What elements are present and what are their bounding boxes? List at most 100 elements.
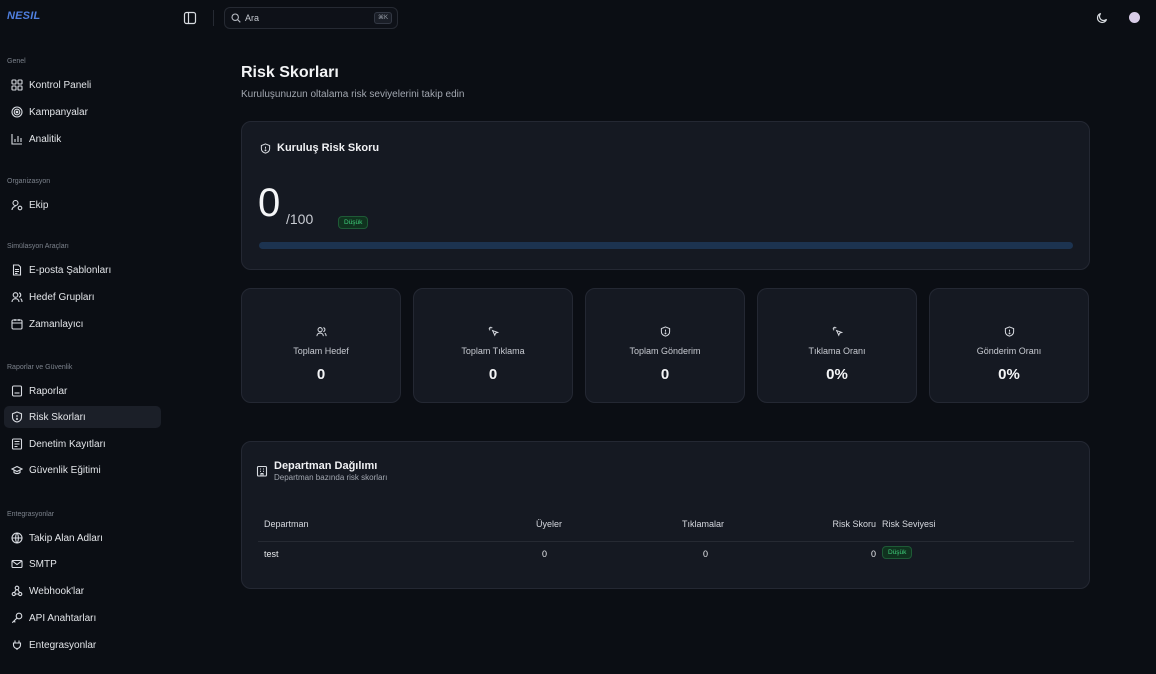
risk-level-badge: Düşük — [338, 216, 369, 229]
shield-icon — [586, 326, 744, 337]
stat-label: Toplam Gönderim — [629, 346, 701, 356]
stat-label: Tıklama Oranı — [808, 346, 866, 356]
app-logo[interactable]: NESIL — [7, 10, 40, 22]
sidebar-item-denetim-kayitlari[interactable]: Denetim Kayıtları — [4, 433, 161, 455]
sidebar-item-label: E-posta Şablonları — [29, 264, 112, 276]
sidebar-item-label: Takip Alan Adları — [29, 532, 103, 544]
calendar-icon — [11, 318, 23, 330]
shield-icon — [11, 411, 23, 423]
risk-score-progress — [259, 242, 1073, 249]
sidebar-item-takip-alan-adlari[interactable]: Takip Alan Adları — [4, 527, 161, 549]
sidebar-item-hedef-gruplari[interactable]: Hedef Grupları — [4, 286, 161, 308]
stat-card-toplam-hedef: Toplam Hedef 0 — [241, 288, 401, 403]
sidebar-item-smtp[interactable]: SMTP — [4, 553, 161, 575]
sidebar-toggle-button[interactable] — [183, 11, 197, 25]
stat-value: 0 — [488, 366, 498, 383]
sidebar-item-zamanlayici[interactable]: Zamanlayıcı — [4, 313, 161, 335]
log-icon — [11, 438, 23, 450]
stat-value: 0% — [826, 366, 848, 383]
sidebar-item-raporlar[interactable]: Raporlar — [4, 380, 161, 402]
sidebar-item-label: Zamanlayıcı — [29, 318, 84, 330]
sidebar-item-ekip[interactable]: Ekip — [4, 194, 161, 216]
sidebar: NESIL Genel Kontrol Paneli Kampanyalar A… — [0, 0, 168, 674]
report-icon — [11, 385, 23, 397]
department-distribution-header: Departman Dağılımı Departman bazında ris… — [256, 460, 387, 482]
cell-risk-level: Düşük — [882, 546, 913, 559]
page-title: Risk Skorları — [241, 64, 339, 81]
sidebar-item-label: SMTP — [29, 558, 57, 570]
sidebar-item-label: Analitik — [29, 133, 62, 145]
pointer-click-icon — [758, 326, 916, 337]
mail-icon — [11, 558, 23, 570]
column-header-uyeler[interactable]: Üyeler — [536, 519, 562, 529]
sidebar-item-api-anahtarlari[interactable]: API Anahtarları — [4, 607, 161, 629]
stat-card-gonderim-orani: Gönderim Oranı 0% — [929, 288, 1089, 403]
search-icon — [231, 13, 241, 23]
sidebar-item-analitik[interactable]: Analitik — [4, 128, 161, 150]
topbar-divider — [213, 10, 214, 26]
org-risk-score-header: Kuruluş Risk Skoru — [260, 142, 379, 154]
sidebar-item-label: Webhook'lar — [29, 585, 85, 597]
cell-risk-score: 0 — [870, 549, 876, 559]
sidebar-item-entegrasyonlar[interactable]: Entegrasyonlar — [4, 634, 161, 656]
risk-level-badge: Düşük — [882, 546, 913, 559]
sidebar-item-label: Hedef Grupları — [29, 291, 95, 303]
search-input[interactable]: Ara ⌘K — [224, 7, 398, 29]
sidebar-item-label: Kampanyalar — [29, 106, 88, 118]
sidebar-item-kampanyalar[interactable]: Kampanyalar — [4, 101, 161, 123]
org-risk-score-title: Kuruluş Risk Skoru — [277, 142, 380, 154]
sidebar-item-label: Entegrasyonlar — [29, 639, 97, 651]
sidebar-item-risk-skorlari[interactable]: Risk Skorları — [4, 406, 161, 428]
plug-icon — [11, 639, 23, 651]
stat-label: Toplam Hedef — [293, 346, 349, 356]
sidebar-item-kontrol-paneli[interactable]: Kontrol Paneli — [4, 74, 161, 96]
org-risk-score-max: /100 — [286, 211, 314, 227]
cell-department-name: test — [264, 549, 279, 559]
org-risk-score-value: 0 — [258, 181, 281, 225]
table-divider — [258, 541, 1074, 542]
stat-card-toplam-tiklama: Toplam Tıklama 0 — [413, 288, 573, 403]
pointer-click-icon — [414, 326, 572, 337]
stat-value: 0 — [660, 366, 670, 383]
dashboard-icon — [11, 79, 23, 91]
sidebar-section-simulasyon: Simülasyon Araçları — [7, 243, 69, 250]
sidebar-item-label: Denetim Kayıtları — [29, 438, 106, 450]
department-distribution-subtitle: Departman bazında risk skorları — [274, 473, 388, 482]
graduation-cap-icon — [11, 464, 23, 476]
cell-clicks: 0 — [702, 549, 708, 559]
sidebar-section-entegrasyonlar: Entegrasyonlar — [7, 511, 55, 518]
stat-value: 0% — [998, 366, 1020, 383]
column-header-risk-skoru[interactable]: Risk Skoru — [832, 519, 876, 529]
shield-icon — [260, 142, 271, 154]
users-icon — [11, 291, 23, 303]
globe-icon — [11, 532, 23, 544]
page-subtitle: Kuruluşunuzun oltalama risk seviyelerini… — [241, 89, 465, 100]
user-icon — [11, 199, 23, 211]
column-header-risk-seviyesi[interactable]: Risk Seviyesi — [882, 519, 936, 529]
org-risk-score-card: Kuruluş Risk Skoru 0 /100 Düşük — [241, 121, 1090, 270]
sidebar-section-organizasyon: Organizasyon — [7, 178, 51, 185]
moon-icon — [1096, 12, 1108, 24]
avatar[interactable] — [1129, 12, 1140, 23]
sidebar-item-label: Kontrol Paneli — [29, 79, 92, 91]
sidebar-section-raporlar-guvenlik: Raporlar ve Güvenlik — [7, 364, 73, 371]
sidebar-item-label: Güvenlik Eğitimi — [29, 464, 101, 476]
webhook-icon — [11, 585, 23, 597]
users-icon — [242, 326, 400, 337]
sidebar-item-label: API Anahtarları — [29, 612, 97, 624]
shield-icon — [930, 326, 1088, 337]
sidebar-item-webhooklar[interactable]: Webhook'lar — [4, 580, 161, 602]
building-icon — [256, 465, 268, 477]
sidebar-item-eposta-sablonlari[interactable]: E-posta Şablonları — [4, 259, 161, 281]
cell-members: 0 — [541, 549, 547, 559]
theme-toggle-button[interactable] — [1096, 12, 1108, 24]
sidebar-item-guvenlik-egitimi[interactable]: Güvenlik Eğitimi — [4, 459, 161, 481]
stat-card-toplam-gonderim: Toplam Gönderim 0 — [585, 288, 745, 403]
search-placeholder: Ara — [245, 13, 260, 23]
column-header-tiklamalar[interactable]: Tıklamalar — [682, 519, 724, 529]
department-distribution-title: Departman Dağılımı — [274, 460, 378, 472]
key-icon — [11, 612, 23, 624]
panel-left-icon — [183, 11, 197, 25]
stat-value: 0 — [316, 366, 326, 383]
column-header-departman[interactable]: Departman — [264, 519, 309, 529]
